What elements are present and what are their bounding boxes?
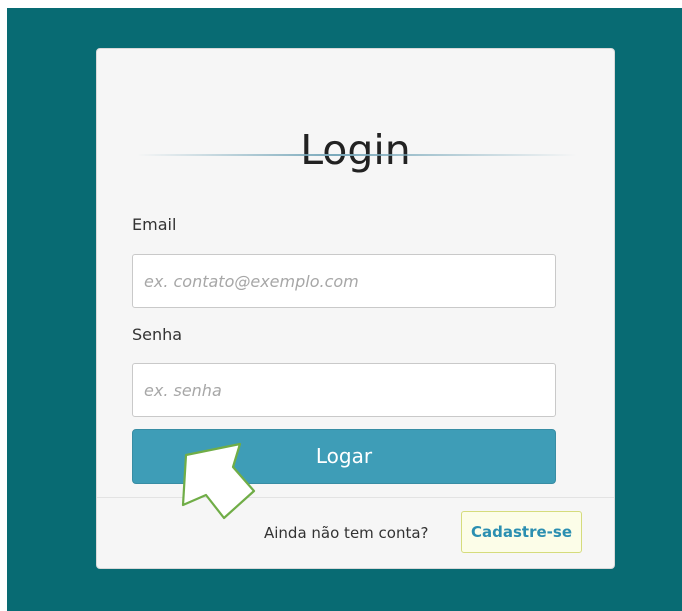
password-label: Senha — [132, 325, 183, 344]
signup-prompt: Ainda não tem conta? — [264, 524, 429, 542]
email-field[interactable] — [132, 254, 556, 308]
page-title: Login — [300, 126, 411, 174]
title-divider — [137, 154, 577, 156]
up-left-arrow-icon — [181, 442, 256, 520]
login-card: Login Email Senha Logar Ainda não tem co… — [96, 48, 615, 569]
email-label: Email — [132, 215, 177, 234]
signup-button[interactable]: Cadastre-se — [461, 511, 582, 553]
password-field[interactable] — [132, 363, 556, 417]
page-background: Login Email Senha Logar Ainda não tem co… — [7, 8, 682, 611]
footer-divider — [97, 497, 614, 498]
